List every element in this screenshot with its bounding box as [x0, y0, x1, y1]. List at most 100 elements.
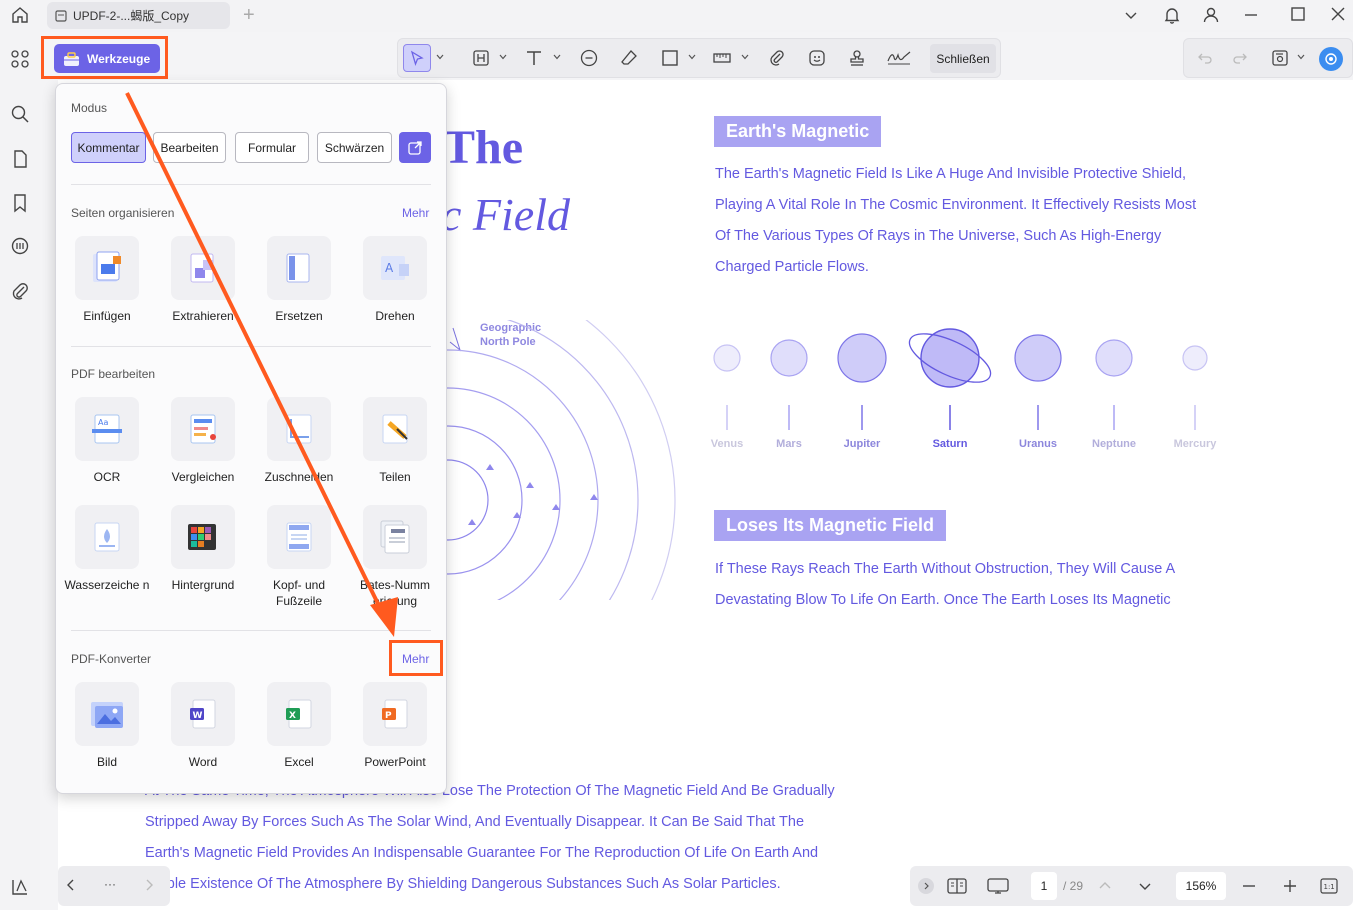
- comment-list-icon[interactable]: [10, 236, 30, 256]
- bell-icon[interactable]: [1162, 5, 1182, 25]
- right-tool-group: [1183, 38, 1353, 78]
- maximize-icon[interactable]: [1291, 7, 1305, 21]
- chevron-down-icon[interactable]: [553, 53, 561, 61]
- tool-word[interactable]: W Word: [155, 682, 251, 770]
- convert-more-link[interactable]: Mehr: [402, 652, 429, 666]
- rotate-pages-icon: A: [363, 236, 427, 300]
- zoom-level[interactable]: 156%: [1176, 872, 1226, 900]
- tool-extrahieren[interactable]: Extrahieren: [155, 236, 251, 324]
- zoom-out-icon[interactable]: [1242, 879, 1256, 893]
- search-icon[interactable]: [10, 104, 30, 124]
- replace-pages-icon: [267, 236, 331, 300]
- more-options-button[interactable]: ···: [104, 877, 116, 891]
- svg-text:W: W: [193, 711, 203, 721]
- tool-label: Bild: [59, 754, 155, 770]
- chevron-right-icon[interactable]: [142, 878, 156, 892]
- user-icon[interactable]: [1201, 5, 1221, 25]
- rectangle-icon[interactable]: [661, 49, 679, 67]
- eraser-icon[interactable]: [620, 49, 638, 67]
- paperclip-icon[interactable]: [768, 49, 786, 67]
- tool-label: Einfügen: [59, 308, 155, 324]
- tool-bild[interactable]: Bild: [59, 682, 155, 770]
- paragraph-1: The Earth's Magnetic Field Is Like A Hug…: [715, 159, 1196, 283]
- chevron-down-icon[interactable]: [688, 53, 696, 61]
- mode-kommentar-button[interactable]: Kommentar: [71, 132, 146, 163]
- document-tab[interactable]: UPDF-2-...蝎版_Copy: [47, 2, 230, 29]
- select-cursor-icon[interactable]: [403, 44, 431, 72]
- tool-hintergrund[interactable]: Hintergrund: [155, 505, 251, 593]
- mode-bearbeiten-button[interactable]: Bearbeiten: [153, 132, 226, 163]
- bookmark-icon[interactable]: [10, 193, 30, 213]
- tab-title: UPDF-2-...蝎版_Copy: [73, 7, 189, 24]
- tool-label: Drehen: [347, 308, 443, 324]
- svg-text:X: X: [289, 711, 296, 721]
- tool-label: Ersetzen: [251, 308, 347, 324]
- tool-teilen[interactable]: Teilen: [347, 397, 443, 485]
- chevron-down-icon[interactable]: [1138, 879, 1152, 893]
- chevron-down-icon[interactable]: [741, 53, 749, 61]
- home-icon[interactable]: [10, 5, 30, 25]
- tool-ocr[interactable]: Aa OCR: [59, 397, 155, 485]
- chevron-down-icon[interactable]: [1124, 8, 1138, 22]
- svg-text:A: A: [385, 261, 394, 275]
- tool-zuschneiden[interactable]: Zuschneiden: [251, 397, 347, 485]
- section-header-loses-magnetic-field: Loses Its Magnetic Field: [714, 510, 946, 541]
- presentation-icon[interactable]: [987, 877, 1009, 895]
- comment-icon[interactable]: [580, 49, 598, 67]
- tool-drehen[interactable]: A Drehen: [347, 236, 443, 324]
- sticker-icon[interactable]: [808, 49, 826, 67]
- stamp-icon[interactable]: [848, 49, 866, 67]
- divider: [71, 630, 431, 631]
- ai-assistant-icon[interactable]: [1319, 47, 1343, 71]
- tool-einfuegen[interactable]: Einfügen: [59, 236, 155, 324]
- apps-grid-icon[interactable]: [10, 49, 30, 69]
- chevron-up-icon[interactable]: [1098, 879, 1112, 893]
- mode-schwaerzen-button[interactable]: Schwärzen: [317, 132, 392, 163]
- new-tab-button[interactable]: +: [243, 4, 255, 27]
- redo-icon[interactable]: [1232, 50, 1248, 66]
- minimize-icon[interactable]: [1244, 8, 1258, 22]
- signature-icon[interactable]: [886, 49, 912, 67]
- actual-size-icon[interactable]: 1:1: [1320, 878, 1338, 894]
- chevron-down-icon[interactable]: [499, 53, 507, 61]
- tool-kopf-fusszeile[interactable]: Kopf- und Fußzeile: [251, 505, 347, 609]
- werkzeuge-button[interactable]: Werkzeuge: [54, 44, 160, 73]
- tool-vergleichen[interactable]: Vergleichen: [155, 397, 251, 485]
- page-number-input[interactable]: 1: [1031, 872, 1057, 900]
- tool-powerpoint[interactable]: P PowerPoint: [347, 682, 443, 770]
- tool-label: Excel: [251, 754, 347, 770]
- chevron-down-icon[interactable]: [1297, 53, 1305, 61]
- tool-bates-nummerierung[interactable]: Bates-Numm erierung: [347, 505, 443, 609]
- close-window-icon[interactable]: [1331, 7, 1345, 21]
- split-icon: [363, 397, 427, 461]
- text-icon[interactable]: [525, 49, 543, 67]
- tool-wasserzeichen[interactable]: Wasserzeiche n: [59, 505, 155, 593]
- tools-panel: Modus Kommentar Bearbeiten Formular Schw…: [55, 83, 447, 794]
- layers-icon[interactable]: [10, 877, 30, 897]
- save-icon[interactable]: [1271, 49, 1289, 67]
- zoom-in-icon[interactable]: [1283, 879, 1297, 893]
- open-external-icon[interactable]: [399, 132, 431, 163]
- close-tools-button[interactable]: Schließen: [930, 44, 996, 73]
- chevron-down-icon[interactable]: [436, 53, 444, 61]
- bates-numbering-icon: [363, 505, 427, 569]
- text-box-icon[interactable]: [472, 49, 490, 67]
- page-layout-icon[interactable]: [947, 877, 967, 895]
- stamp-measure-icon[interactable]: [712, 49, 732, 67]
- tool-excel[interactable]: X Excel: [251, 682, 347, 770]
- planet-label-neptune: Neptune: [1079, 438, 1149, 450]
- chevron-left-icon[interactable]: [64, 878, 78, 892]
- attachment-icon[interactable]: [10, 281, 30, 301]
- pages-icon[interactable]: [10, 149, 30, 169]
- collapse-icon[interactable]: [918, 878, 934, 894]
- tool-label: Wasserzeiche n: [59, 577, 155, 593]
- tool-label: Bates-Numm erierung: [347, 577, 443, 609]
- undo-icon[interactable]: [1197, 50, 1213, 66]
- organize-more-link[interactable]: Mehr: [402, 206, 429, 220]
- extract-pages-icon: [171, 236, 235, 300]
- paragraph-1-line: Of The Various Types Of Rays in The Univ…: [715, 221, 1196, 252]
- background-icon: [171, 505, 235, 569]
- document-icon: [55, 10, 67, 22]
- tool-ersetzen[interactable]: Ersetzen: [251, 236, 347, 324]
- mode-formular-button[interactable]: Formular: [235, 132, 309, 163]
